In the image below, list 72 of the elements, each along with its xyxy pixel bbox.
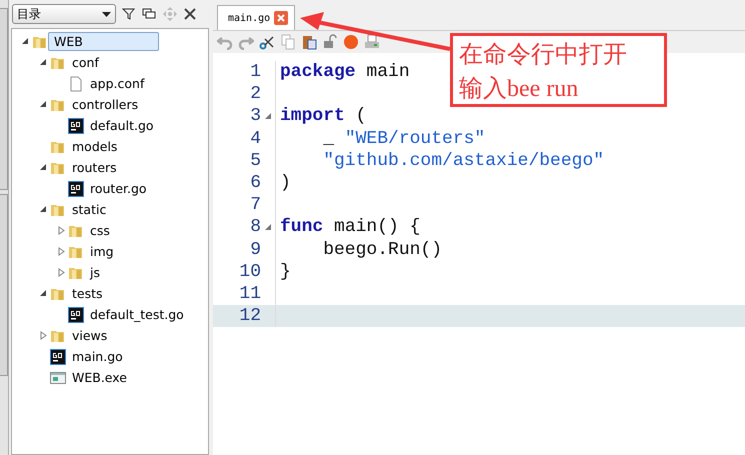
tree-item[interactable]: app.conf	[84, 74, 150, 93]
line-number: 8	[249, 217, 261, 238]
line-number: 4	[249, 128, 261, 149]
code-line: package main	[280, 62, 410, 82]
file-icon	[68, 76, 84, 92]
collapse-triangle-icon[interactable]	[22, 38, 28, 45]
line-number: 10	[238, 262, 261, 282]
windows-icon[interactable]	[142, 7, 156, 21]
tree-item[interactable]: js	[84, 263, 106, 282]
expand-triangle-icon[interactable]	[58, 247, 64, 256]
printer-icon[interactable]	[364, 34, 380, 50]
code-line: import (	[280, 106, 366, 126]
tree-item[interactable]: routers	[66, 158, 123, 177]
collapse-triangle-icon[interactable]	[40, 290, 46, 297]
side-tab[interactable]	[0, 8, 8, 190]
close-icon[interactable]	[184, 8, 196, 20]
tree-item[interactable]: tests	[66, 284, 109, 303]
side-tab[interactable]	[0, 194, 8, 376]
redo-icon[interactable]	[238, 34, 254, 50]
tree-item[interactable]: css	[84, 221, 116, 240]
tree-item[interactable]: default_test.go	[84, 305, 190, 324]
filter-icon[interactable]	[122, 7, 136, 21]
fold-marker-icon[interactable]	[264, 112, 272, 120]
paste-icon[interactable]	[301, 34, 317, 50]
editor-tab[interactable]: main.go	[217, 5, 296, 30]
collapse-triangle-icon[interactable]	[40, 59, 46, 66]
tree-item[interactable]: views	[66, 326, 114, 345]
tree-item[interactable]: conf	[66, 53, 105, 72]
dropdown-arrow-icon	[102, 12, 111, 16]
tree-item[interactable]: models	[66, 137, 124, 156]
tree-item[interactable]: WEB	[48, 32, 159, 51]
line-number: 3	[249, 106, 261, 126]
collapse-triangle-icon[interactable]	[40, 101, 46, 108]
code-line: }	[280, 262, 291, 282]
fold-marker-icon[interactable]	[264, 223, 272, 232]
collapse-triangle-icon[interactable]	[40, 164, 46, 171]
scissors-icon[interactable]	[259, 34, 275, 50]
code-line: _ "WEB/routers"	[322, 128, 486, 149]
annotation-text: 在命令行中打开	[459, 41, 628, 70]
tree-item[interactable]: controllers	[66, 95, 144, 114]
code-line: "github.com/astaxie/beego"	[322, 150, 604, 171]
go-file-icon	[68, 306, 84, 322]
line-number: 5	[249, 150, 261, 171]
go-file-icon	[50, 348, 66, 364]
go-file-icon	[68, 180, 84, 196]
collapse-triangle-icon[interactable]	[40, 206, 46, 213]
expand-triangle-icon[interactable]	[40, 331, 46, 340]
line-number: 6	[249, 173, 261, 194]
tree-item[interactable]: default.go	[84, 116, 160, 135]
annotation-text: 输入bee run	[459, 75, 580, 104]
expand-triangle-icon[interactable]	[58, 226, 64, 235]
undo-icon[interactable]	[217, 34, 233, 50]
tree-item[interactable]: static	[66, 200, 112, 219]
line-number: 11	[238, 284, 261, 304]
line-number: 9	[249, 240, 261, 260]
program-window-icon	[50, 370, 66, 386]
go-file-icon	[68, 118, 84, 134]
tree-item[interactable]: main.go	[66, 347, 129, 366]
tree-item[interactable]: router.go	[84, 179, 153, 198]
tree-item[interactable]: img	[84, 242, 120, 261]
expand-triangle-icon[interactable]	[58, 268, 64, 277]
line-number: 7	[249, 195, 261, 216]
code-line: )	[280, 173, 291, 194]
code-line: func main() {	[280, 217, 420, 238]
line-number: 1	[249, 62, 261, 82]
view-dropdown[interactable]: 目录	[12, 4, 116, 24]
tree-item[interactable]: WEB.exe	[66, 368, 133, 387]
line-number: 2	[249, 84, 261, 104]
lock-icon[interactable]	[322, 34, 338, 50]
code-line: beego.Run()	[322, 240, 442, 260]
record-icon[interactable]	[343, 34, 359, 50]
line-number: 12	[238, 306, 261, 326]
